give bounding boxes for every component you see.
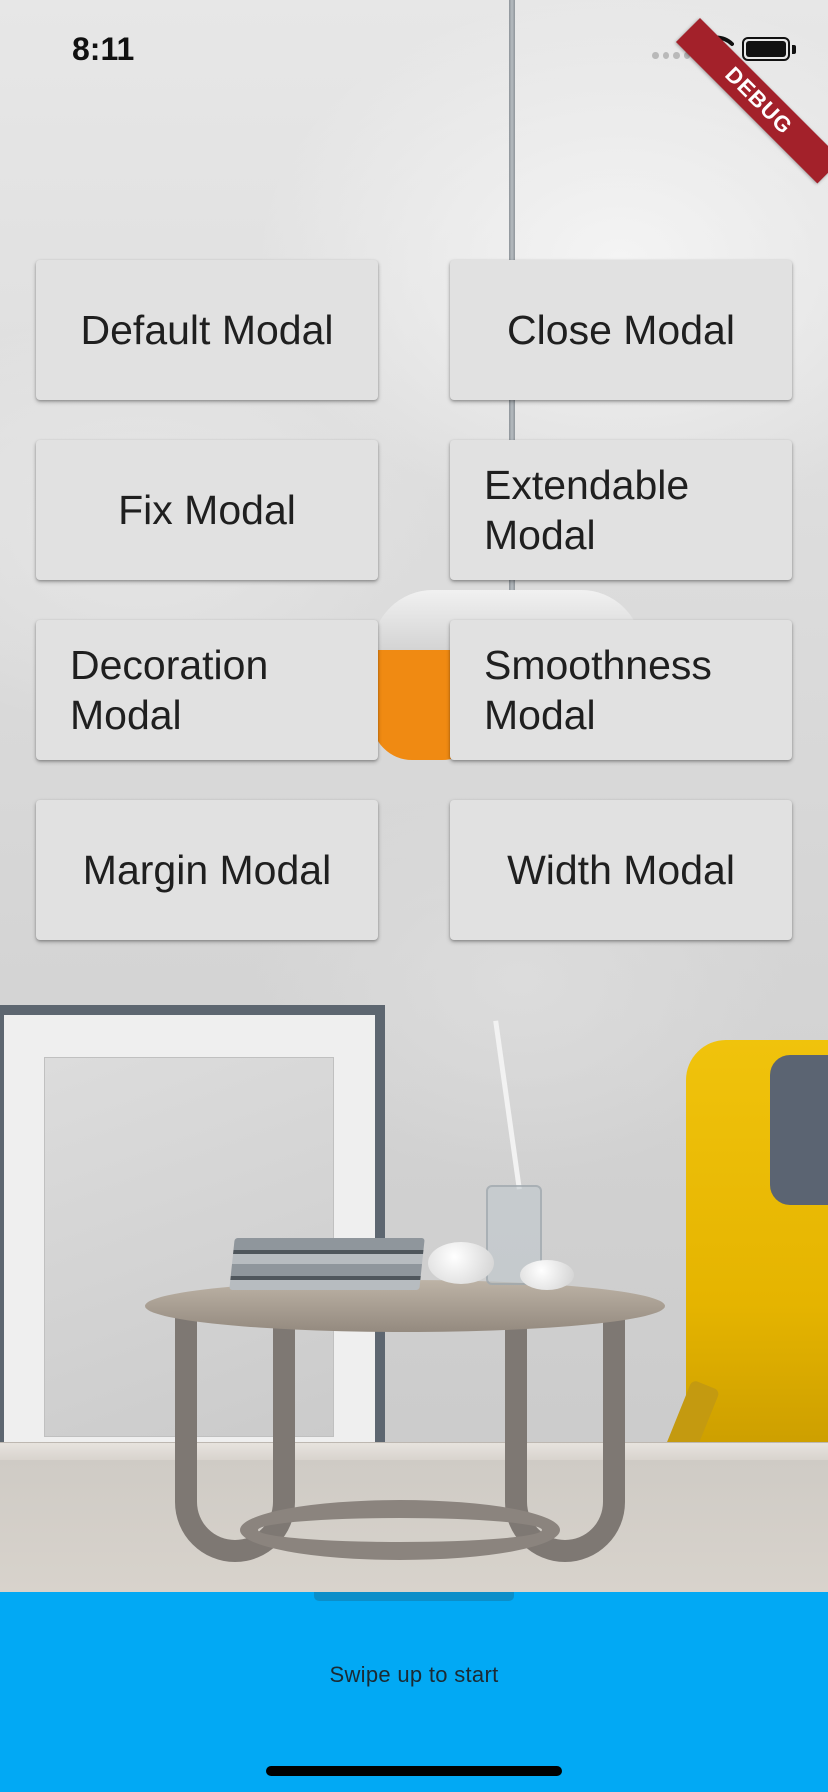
- drag-handle[interactable]: [314, 1592, 514, 1601]
- close-modal-button[interactable]: Close Modal: [450, 260, 792, 400]
- margin-modal-button[interactable]: Margin Modal: [36, 800, 378, 940]
- chair-cushion: [770, 1055, 828, 1205]
- home-indicator[interactable]: [266, 1766, 562, 1776]
- decor-stone: [428, 1242, 494, 1284]
- swipe-up-panel[interactable]: Swipe up to start: [0, 1592, 828, 1792]
- fix-modal-button[interactable]: Fix Modal: [36, 440, 378, 580]
- decor-branch: [493, 1020, 522, 1190]
- width-modal-button[interactable]: Width Modal: [450, 800, 792, 940]
- book-stack: [229, 1238, 425, 1290]
- swipe-prompt: Swipe up to start: [329, 1662, 499, 1687]
- modal-button-grid: Default Modal Close Modal Fix Modal Exte…: [0, 0, 828, 960]
- extendable-modal-button[interactable]: Extendable Modal: [450, 440, 792, 580]
- default-modal-button[interactable]: Default Modal: [36, 260, 378, 400]
- table-base: [240, 1500, 560, 1560]
- decoration-modal-button[interactable]: Decoration Modal: [36, 620, 378, 760]
- smoothness-modal-button[interactable]: Smoothness Modal: [450, 620, 792, 760]
- decor-stone: [520, 1260, 574, 1290]
